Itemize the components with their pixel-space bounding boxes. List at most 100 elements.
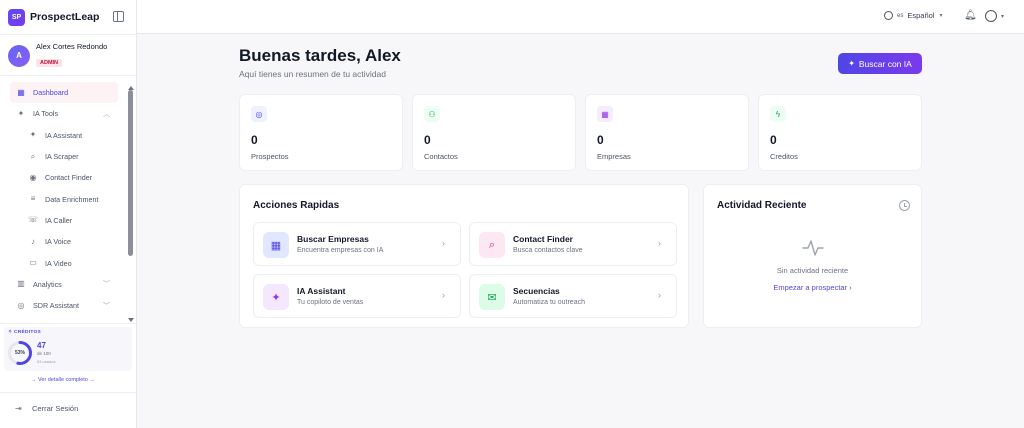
stat-label: Creditos: [770, 152, 798, 161]
account-menu[interactable]: ▾: [985, 10, 1004, 22]
activity-pulse-icon: [802, 240, 824, 256]
logo: SP: [8, 8, 25, 26]
chevron-down-icon: ﹀: [103, 281, 110, 289]
building-icon: ▦: [597, 106, 613, 122]
action-ia-assistant[interactable]: ✦ IA Assistant Tu copiloto de ventas ›: [253, 274, 461, 318]
target-icon: ◎: [251, 106, 267, 122]
credits-percent: 53%: [14, 350, 25, 356]
sidebar-item-label: Analytics: [33, 279, 62, 289]
sidebar-item-label: IA Assistant: [45, 130, 83, 140]
stat-card-creditos[interactable]: ϟ 0 Creditos: [758, 94, 922, 171]
lightning-icon: ϟ: [770, 106, 786, 122]
page-title: Buenas tardes, Alex: [239, 46, 401, 65]
user-profile[interactable]: A Alex Cortes Redondo ADMIN: [8, 42, 107, 69]
dashboard-icon: ▦: [17, 87, 25, 97]
mail-icon: ✉: [479, 284, 505, 310]
sidebar-item-ia-caller[interactable]: ☏ IA Caller: [0, 210, 128, 231]
avatar: A: [8, 44, 30, 67]
sparkles-icon: ✦: [848, 59, 855, 68]
chevron-right-icon: ›: [658, 238, 661, 248]
logout-button[interactable]: ⇥ Cerrar Sesión: [15, 404, 78, 413]
target-icon: ◎: [17, 300, 25, 310]
credits-label: ✧ CRÉDITOS: [8, 330, 42, 335]
sidebar-item-label: IA Tools: [33, 109, 59, 119]
sidebar-item-label: IA Voice: [45, 237, 71, 247]
action-buscar-empresas[interactable]: ▦ Buscar Empresas Encuentra empresas con…: [253, 222, 461, 266]
search-icon: ⌕: [30, 151, 36, 161]
logout-icon: ⇥: [15, 404, 22, 413]
empty-state-text: Sin actividad reciente: [776, 266, 849, 275]
chevron-right-icon: ›: [442, 290, 445, 300]
sparkles-icon: ✦: [17, 108, 25, 118]
search-with-ai-button[interactable]: ✦ Buscar con IA: [838, 53, 922, 74]
microphone-icon: ♪: [31, 236, 35, 246]
language-selector[interactable]: es Español ▾: [884, 11, 942, 20]
sidebar-toggle-icon[interactable]: [113, 11, 124, 22]
language-label: Español: [907, 11, 935, 20]
action-desc: Busca contactos clave: [513, 247, 583, 254]
stat-card-contactos[interactable]: ⚇ 0 Contactos: [412, 94, 576, 171]
sidebar-item-label: IA Video: [45, 258, 72, 268]
sidebar-item-ia-voice[interactable]: ♪ IA Voice: [0, 231, 128, 252]
stat-value: 0: [424, 133, 431, 147]
action-title: Contact Finder: [513, 234, 573, 244]
database-icon: ≡: [30, 194, 36, 204]
user-circle-icon: ◉: [29, 172, 37, 182]
sidebar-item-analytics[interactable]: ▥ Analytics ﹀: [0, 274, 128, 295]
user-name: Alex Cortes Redondo: [36, 42, 108, 51]
chevron-right-icon: ›: [658, 290, 661, 300]
sidebar-item-label: IA Caller: [45, 215, 73, 225]
stat-value: 0: [597, 133, 604, 147]
stat-card-empresas[interactable]: ▦ 0 Empresas: [585, 94, 749, 171]
user-circle-icon: [985, 10, 997, 22]
search-icon: ⌕: [479, 232, 505, 258]
clock-icon: [899, 200, 910, 211]
start-prospecting-link[interactable]: Empezar a prospectar ›: [704, 283, 921, 292]
sparkles-icon: ✦: [263, 284, 289, 310]
language-code: es: [897, 12, 904, 19]
divider: [0, 323, 137, 324]
sidebar-item-dashboard[interactable]: ▦ Dashboard: [10, 82, 118, 104]
chevron-down-icon: ﹀: [103, 302, 110, 310]
action-title: IA Assistant: [297, 286, 346, 296]
credits-remaining: 47: [37, 341, 46, 350]
sidebar-item-label: Contact Finder: [45, 173, 93, 183]
divider: [0, 75, 137, 76]
recent-activity-panel: Actividad Reciente Sin actividad recient…: [703, 184, 922, 328]
globe-icon: [884, 11, 893, 20]
sidebar-scrollbar[interactable]: [128, 86, 134, 322]
sidebar-item-label: IA Scraper: [45, 152, 79, 162]
sidebar-nav: ▦ Dashboard ✦ IA Tools ︿ ✦ IA Assistant …: [0, 82, 128, 316]
stat-label: Contactos: [424, 152, 458, 161]
stat-value: 0: [770, 133, 777, 147]
sidebar-item-ia-video[interactable]: ▭ IA Video: [0, 252, 128, 273]
action-contact-finder[interactable]: ⌕ Contact Finder Busca contactos clave ›: [469, 222, 677, 266]
chevron-up-icon: ︿: [103, 110, 110, 118]
brand[interactable]: SP ProspectLeap: [8, 8, 99, 26]
sidebar-item-data-enrichment[interactable]: ≡ Data Enrichment: [0, 188, 128, 209]
bar-chart-icon: ▥: [17, 279, 25, 289]
sparkles-icon: ✦: [29, 130, 37, 140]
stat-label: Prospectos: [251, 152, 289, 161]
scroll-thumb[interactable]: [128, 90, 133, 256]
action-secuencias[interactable]: ✉ Secuencias Automatiza tu outreach ›: [469, 274, 677, 318]
scroll-down-arrow-icon[interactable]: [128, 318, 134, 322]
credits-detail-link[interactable]: → Ver detalle completo →: [31, 377, 95, 383]
chevron-down-icon: ▾: [1001, 13, 1005, 20]
stat-card-prospectos[interactable]: ◎ 0 Prospectos: [239, 94, 403, 171]
bell-icon[interactable]: 🔔︎: [964, 10, 977, 22]
brand-name: ProspectLeap: [30, 11, 100, 23]
quick-actions-title: Acciones Rapidas: [253, 200, 340, 211]
sidebar-item-ia-assistant[interactable]: ✦ IA Assistant: [0, 125, 128, 146]
sidebar-item-contact-finder[interactable]: ◉ Contact Finder: [0, 167, 128, 188]
divider: [0, 392, 137, 393]
logout-label: Cerrar Sesión: [32, 404, 79, 413]
sidebar-item-ia-tools[interactable]: ✦ IA Tools ︿: [0, 103, 128, 124]
action-title: Secuencias: [513, 286, 560, 296]
sidebar-item-label: SDR Assistant: [33, 301, 79, 311]
action-desc: Encuentra empresas con IA: [297, 247, 384, 254]
sidebar-item-ia-scraper[interactable]: ⌕ IA Scraper: [0, 146, 128, 167]
credits-used: 53 usados: [37, 359, 56, 364]
sidebar-item-sdr-assistant[interactable]: ◎ SDR Assistant ﹀: [0, 295, 128, 316]
users-icon: ⚇: [424, 106, 440, 122]
